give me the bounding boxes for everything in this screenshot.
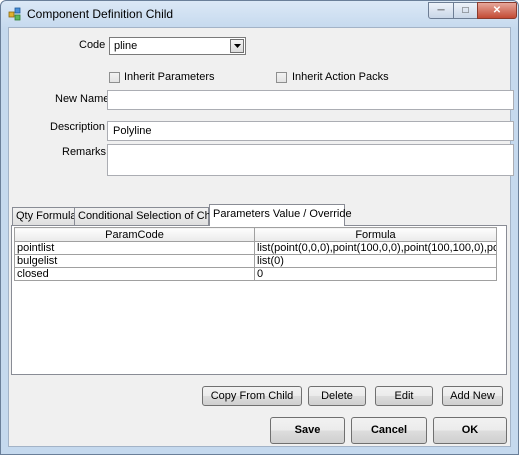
tab-qty-formula[interactable]: Qty Formula: [12, 207, 77, 225]
edit-button[interactable]: Edit: [375, 386, 433, 406]
formula-cell[interactable]: list(point(0,0,0),point(100,0,0),point(1…: [254, 241, 497, 255]
dialog-client-area: Code pline Inherit Parameters Inherit Ac…: [8, 27, 514, 447]
description-value: Polyline: [113, 125, 152, 137]
column-header-formula[interactable]: Formula: [254, 227, 497, 242]
table-row[interactable]: closed 0: [14, 267, 497, 281]
inherit-parameters-checkbox[interactable]: [109, 72, 120, 83]
title-bar[interactable]: Component Definition Child ─ □ ✕: [1, 1, 518, 27]
paramcode-cell[interactable]: bulgelist: [14, 254, 255, 268]
inherit-action-packs-checkbox[interactable]: [276, 72, 287, 83]
code-value: pline: [114, 40, 138, 52]
inherit-action-packs-label: Inherit Action Packs: [292, 71, 389, 83]
tab-panel-parameters: ParamCode Formula pointlist list(point(0…: [11, 225, 507, 375]
window-title: Component Definition Child: [27, 7, 174, 21]
paramcode-cell[interactable]: pointlist: [14, 241, 255, 255]
table-row[interactable]: bulgelist list(0): [14, 254, 497, 268]
formula-cell[interactable]: list(0): [254, 254, 497, 268]
description-label: Description: [50, 121, 106, 133]
new-name-label: New Name: [55, 93, 110, 105]
ok-button[interactable]: OK: [433, 417, 507, 444]
cancel-button[interactable]: Cancel: [351, 417, 427, 444]
chevron-down-icon: [234, 44, 241, 48]
close-button[interactable]: ✕: [477, 2, 517, 19]
remarks-field[interactable]: [107, 144, 514, 176]
paramcode-cell[interactable]: closed: [14, 267, 255, 281]
formula-cell[interactable]: 0: [254, 267, 497, 281]
column-header-paramcode[interactable]: ParamCode: [14, 227, 255, 242]
app-icon: [8, 7, 21, 21]
copy-from-child-button[interactable]: Copy From Child: [202, 386, 302, 406]
minimize-icon: ─: [437, 5, 445, 16]
tab-label: Conditional Selection of Child: [78, 210, 222, 222]
tab-parameters-value-override[interactable]: Parameters Value / Override: [209, 204, 352, 226]
code-label: Code: [79, 39, 106, 51]
code-combobox[interactable]: pline: [109, 37, 246, 55]
tab-label: Qty Formula: [16, 210, 77, 222]
new-name-field[interactable]: [107, 90, 514, 110]
table-row[interactable]: pointlist list(point(0,0,0),point(100,0,…: [14, 241, 497, 255]
minimize-button[interactable]: ─: [428, 2, 454, 19]
maximize-button[interactable]: □: [453, 2, 478, 19]
inherit-parameters-label: Inherit Parameters: [124, 71, 215, 83]
remarks-label: Remarks: [62, 146, 107, 158]
delete-button[interactable]: Delete: [308, 386, 366, 406]
save-button[interactable]: Save: [270, 417, 345, 444]
maximize-icon: □: [462, 5, 469, 16]
description-field[interactable]: Polyline: [107, 121, 514, 141]
code-dropdown-button[interactable]: [230, 39, 244, 53]
tab-control: Qty Formula Conditional Selection of Chi…: [11, 204, 507, 375]
grid-header-row: ParamCode Formula: [14, 227, 497, 242]
close-icon: ✕: [492, 5, 502, 16]
tab-label: Parameters Value / Override: [213, 208, 352, 220]
parameters-grid: ParamCode Formula pointlist list(point(0…: [14, 227, 497, 281]
tab-conditional-selection[interactable]: Conditional Selection of Child: [74, 207, 222, 225]
dialog-window: Component Definition Child ─ □ ✕ Code pl…: [0, 0, 519, 455]
add-new-button[interactable]: Add New: [442, 386, 503, 406]
